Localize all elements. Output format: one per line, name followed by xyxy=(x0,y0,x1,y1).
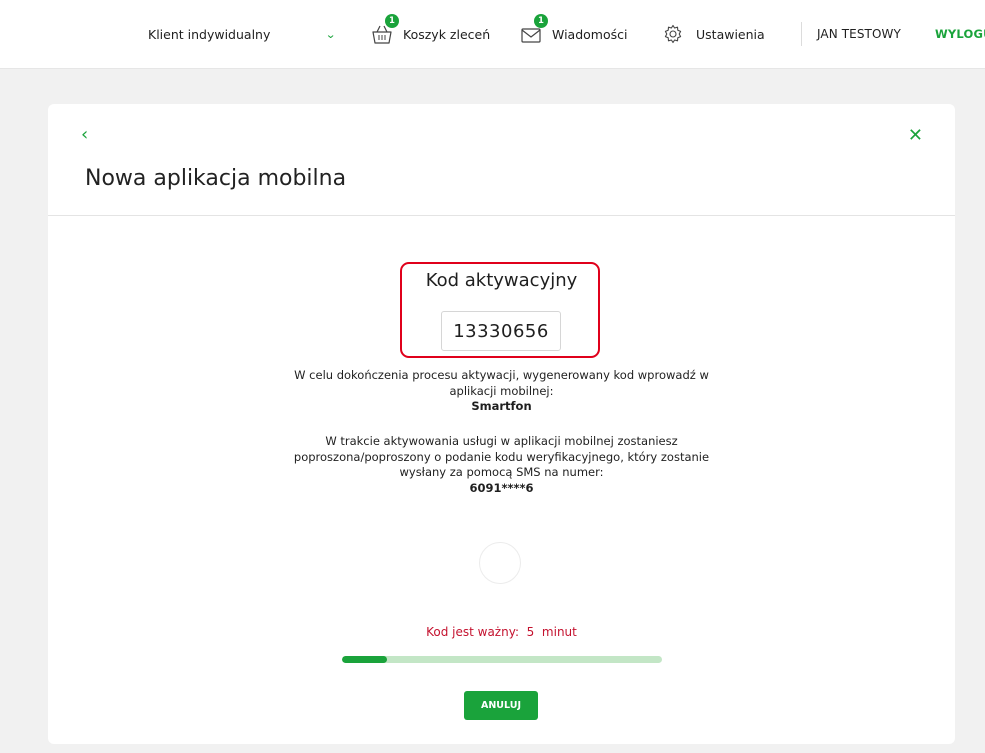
close-icon[interactable]: ✕ xyxy=(908,125,923,146)
basket-badge: 1 xyxy=(385,14,399,28)
chevron-down-icon[interactable]: ⌄ xyxy=(325,28,336,41)
validity-progress-bar xyxy=(342,656,662,663)
client-type-label: Klient indywidualny xyxy=(148,26,271,42)
messages-label: Wiadomości xyxy=(552,26,628,42)
sms-instructions: W trakcie aktywowania usługi w aplikacji… xyxy=(48,434,955,496)
activation-code-value: 13330656 xyxy=(441,311,561,351)
settings-label: Ustawienia xyxy=(696,26,765,42)
settings-link[interactable]: Ustawienia xyxy=(662,0,765,68)
instruction-line: W celu dokończenia procesu aktywacji, wy… xyxy=(294,368,709,382)
instruction-line: poproszona/poproszony o podanie kodu wer… xyxy=(293,449,710,464)
validity-progress-fill xyxy=(342,656,387,663)
instruction-line: wysłany za pomocą SMS na numer: xyxy=(399,465,604,479)
instruction-line: aplikacji mobilnej: xyxy=(449,383,554,398)
back-arrow-icon[interactable]: ‹ xyxy=(81,124,88,145)
cancel-button[interactable]: ANULUJ xyxy=(464,691,538,720)
basket-link[interactable]: 1 Koszyk zleceń xyxy=(369,0,490,68)
page-title: Nowa aplikacja mobilna xyxy=(85,166,347,191)
validity-unit: minut xyxy=(541,625,577,639)
validity-label: Kod jest ważny: xyxy=(426,625,519,639)
activation-instructions: W celu dokończenia procesu aktywacji, wy… xyxy=(48,368,955,415)
basket-label: Koszyk zleceń xyxy=(403,26,491,42)
device-name: Smartfon xyxy=(471,399,532,413)
masked-phone-number: 6091****6 xyxy=(469,480,534,495)
gear-icon xyxy=(662,23,684,45)
code-validity: Kod jest ważny: 5 minut xyxy=(48,625,955,639)
top-navigation-bar: Klient indywidualny ⌄ 1 Koszyk zleceń 1 … xyxy=(0,0,985,69)
logout-link[interactable]: WYLOGU xyxy=(935,0,985,68)
header-divider xyxy=(48,215,955,216)
topbar-divider xyxy=(801,22,802,46)
messages-badge: 1 xyxy=(534,14,548,28)
basket-icon: 1 xyxy=(369,14,399,47)
validity-value: 5 xyxy=(526,625,535,639)
user-name[interactable]: JAN TESTOWY xyxy=(817,0,901,68)
envelope-icon: 1 xyxy=(518,14,548,47)
activation-code-label: Kod aktywacyjny xyxy=(425,270,578,291)
loading-spinner xyxy=(479,542,521,584)
messages-link[interactable]: 1 Wiadomości xyxy=(518,0,627,68)
activation-card: ‹ ✕ Nowa aplikacja mobilna Kod aktywacyj… xyxy=(48,104,955,744)
client-type-select[interactable]: Klient indywidualny ⌄ xyxy=(148,0,336,68)
instruction-line: W trakcie aktywowania usługi w aplikacji… xyxy=(325,434,678,448)
